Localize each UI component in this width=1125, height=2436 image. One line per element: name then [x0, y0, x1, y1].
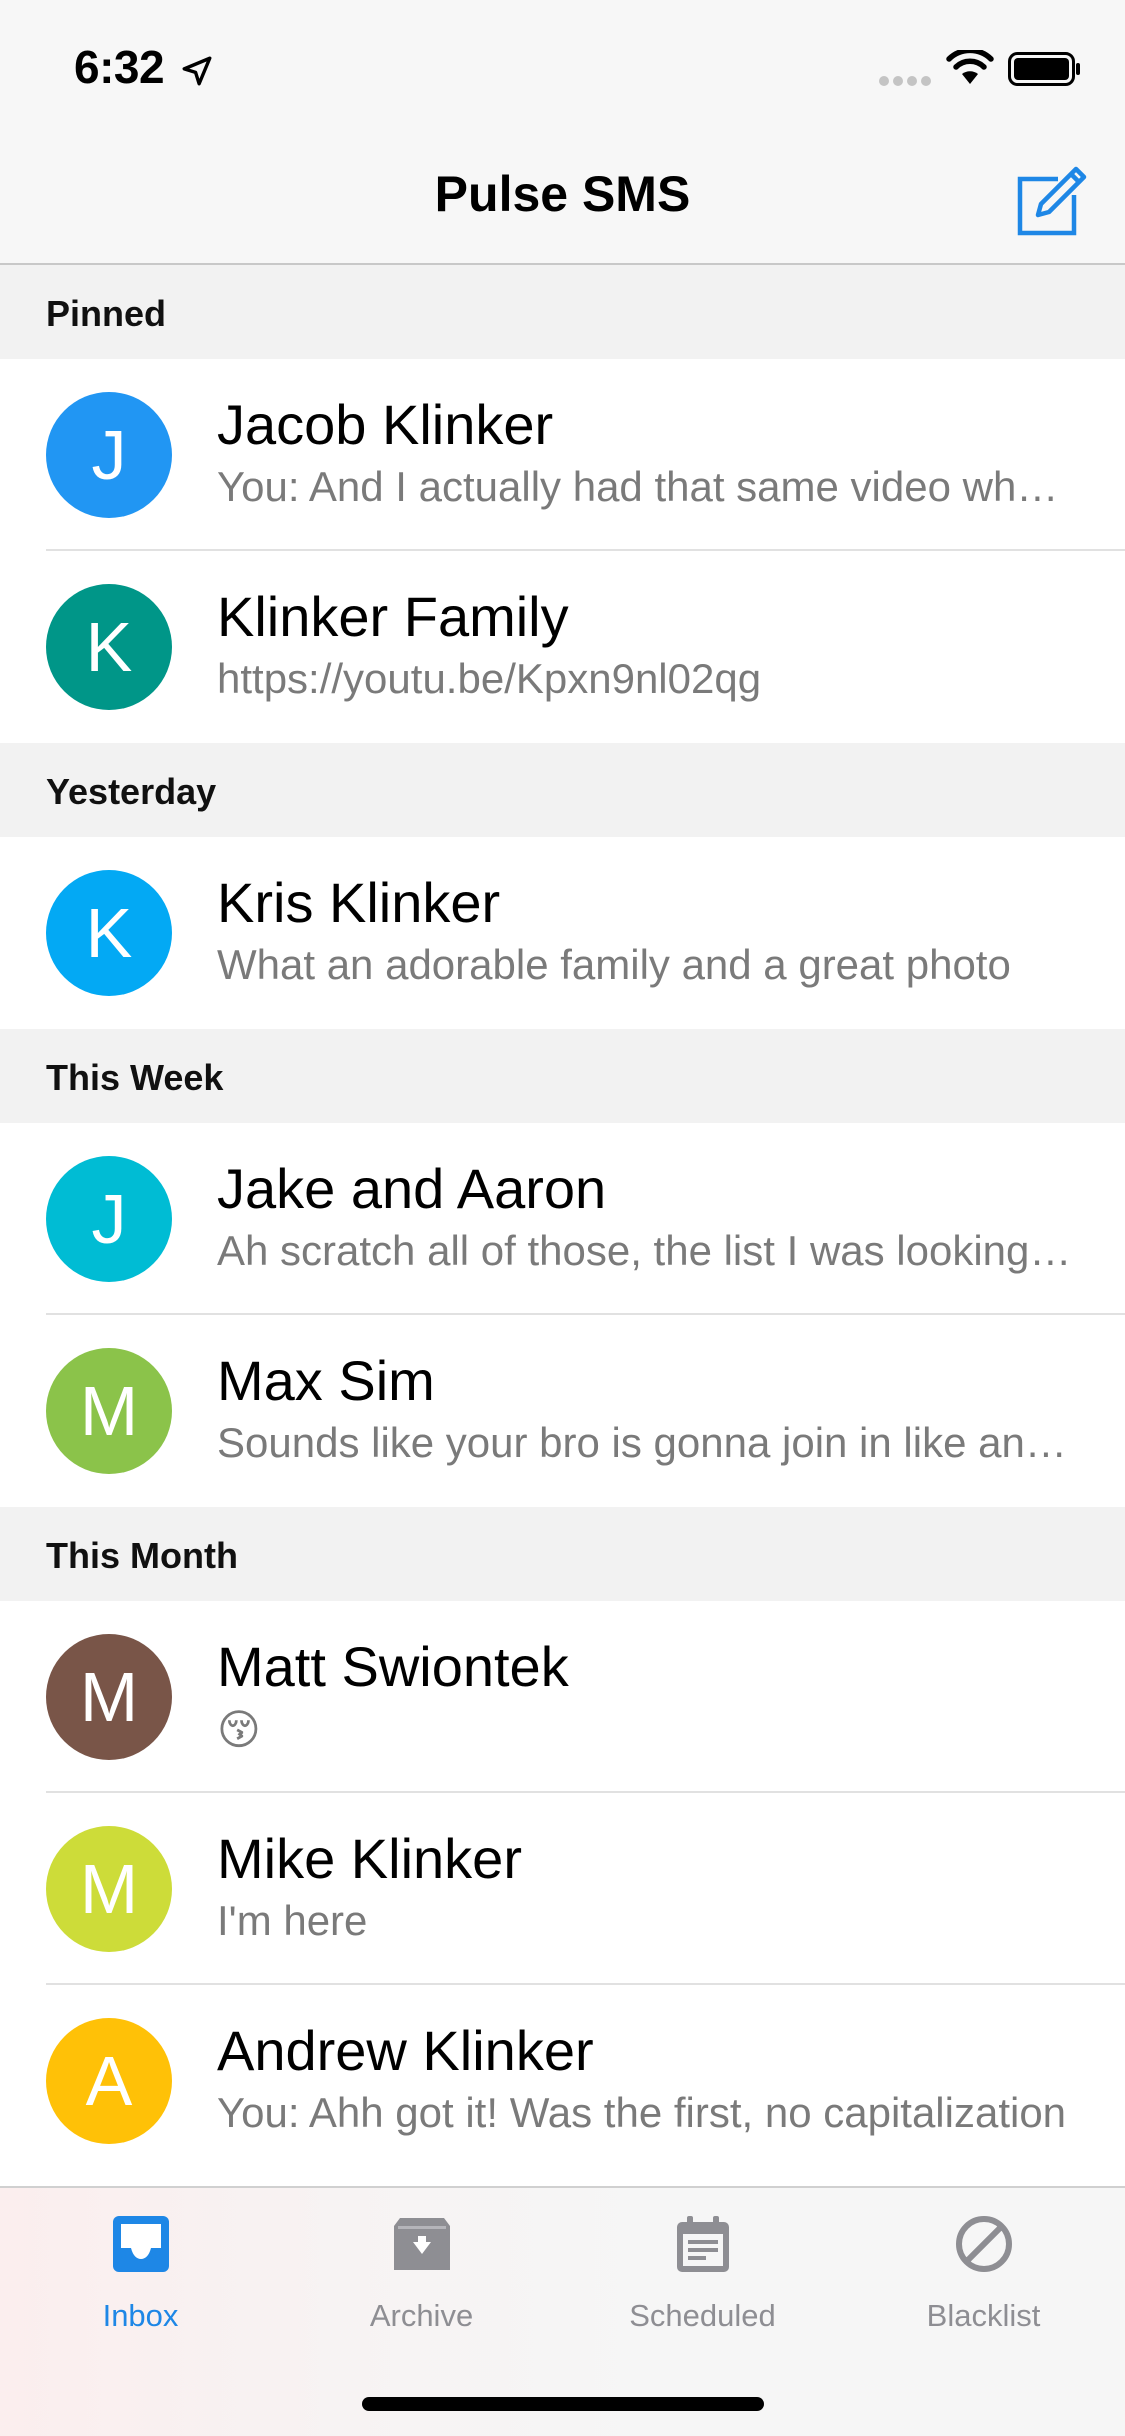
status-time: 6:32 — [74, 41, 165, 93]
avatar: J — [46, 392, 172, 518]
tab-label: Archive — [369, 2298, 474, 2333]
avatar-initial: M — [79, 1850, 139, 1928]
section-header-this-month: This Month — [0, 1507, 1125, 1601]
blacklist-icon — [956, 2216, 1012, 2272]
home-indicator[interactable] — [362, 2397, 764, 2411]
message-preview: 😚 — [217, 1706, 261, 1753]
contact-name: Max Sim — [217, 1349, 435, 1412]
tab-bar: Inbox Archive Scheduled Blacklist — [0, 2186, 1125, 2436]
section-header-this-week: This Week — [0, 1029, 1125, 1123]
contact-name: Mike Klinker — [217, 1827, 522, 1890]
contact-name: Klinker Family — [217, 585, 569, 648]
avatar-initial: K — [85, 608, 133, 686]
tab-blacklist[interactable]: Blacklist — [843, 2188, 1124, 2338]
conversation-row[interactable]: M Matt Swiontek 😚 — [0, 1601, 1125, 1793]
avatar-initial: M — [79, 1658, 139, 1736]
status-bar: 6:32 — [0, 0, 1125, 135]
message-preview: You: And I actually had that same video … — [217, 463, 1073, 510]
conversation-row[interactable]: M Mike Klinker I'm here — [0, 1793, 1125, 1985]
conversation-row[interactable]: J Jacob Klinker You: And I actually had … — [0, 359, 1125, 551]
avatar: A — [46, 2018, 172, 2144]
conversation-row[interactable]: K Klinker Family https://youtu.be/Kpxn9n… — [0, 551, 1125, 743]
scheduled-icon — [677, 2216, 729, 2272]
section-title: This Month — [46, 1535, 238, 1576]
tab-archive[interactable]: Archive — [281, 2188, 562, 2338]
section-header-pinned: Pinned — [0, 265, 1125, 359]
avatar-initial: M — [79, 1372, 139, 1450]
avatar: M — [46, 1634, 172, 1760]
conversation-row[interactable]: M Max Sim Sounds like your bro is gonna … — [0, 1315, 1125, 1507]
message-preview: What an adorable family and a great phot… — [217, 941, 1011, 988]
avatar-initial: A — [85, 2042, 133, 2120]
contact-name: Jacob Klinker — [217, 393, 554, 456]
contact-name: Jake and Aaron — [217, 1157, 607, 1220]
wifi-icon — [946, 50, 994, 84]
page-title: Pulse SMS — [434, 166, 691, 222]
tab-label: Scheduled — [629, 2298, 776, 2333]
conversation-row[interactable]: J Jake and Aaron Ah scratch all of those… — [0, 1123, 1125, 1315]
archive-icon — [394, 2218, 450, 2270]
message-preview: https://youtu.be/Kpxn9nl02qg — [217, 655, 762, 702]
message-preview: I'm here — [217, 1897, 368, 1944]
section-title: This Week — [46, 1057, 224, 1098]
avatar-initial: J — [91, 416, 127, 494]
section-header-yesterday: Yesterday — [0, 743, 1125, 837]
cellular-signal-icon — [879, 76, 931, 86]
avatar: M — [46, 1826, 172, 1952]
conversation-list: Pinned J Jacob Klinker You: And I actual… — [0, 265, 1125, 2177]
tab-label: Blacklist — [926, 2298, 1041, 2333]
avatar: J — [46, 1156, 172, 1282]
battery-icon — [1008, 52, 1080, 86]
contact-name: Matt Swiontek — [217, 1635, 569, 1698]
avatar: M — [46, 1348, 172, 1474]
contact-name: Kris Klinker — [217, 871, 501, 934]
avatar: K — [46, 870, 172, 996]
tab-scheduled[interactable]: Scheduled — [562, 2188, 843, 2338]
section-title: Yesterday — [46, 771, 217, 812]
message-preview: Ah scratch all of those, the list I was … — [217, 1227, 1073, 1274]
conversation-row[interactable]: K Kris Klinker What an adorable family a… — [0, 837, 1125, 1029]
section-title: Pinned — [46, 293, 167, 334]
message-preview: You: Ahh got it! Was the first, no capit… — [217, 2089, 1067, 2136]
tab-label: Inbox — [102, 2298, 179, 2333]
avatar-initial: J — [91, 1180, 127, 1258]
tab-inbox[interactable]: Inbox — [0, 2188, 281, 2338]
conversation-row[interactable]: A Andrew Klinker You: Ahh got it! Was th… — [0, 1985, 1125, 2177]
avatar-initial: K — [85, 894, 133, 972]
contact-name: Andrew Klinker — [217, 2019, 594, 2082]
avatar: K — [46, 584, 172, 710]
inbox-icon — [113, 2216, 169, 2272]
compose-icon[interactable] — [1014, 163, 1090, 239]
message-preview: Sounds like your bro is gonna join in li… — [217, 1419, 1073, 1466]
location-arrow-icon — [182, 56, 212, 86]
navigation-bar: Pulse SMS — [0, 135, 1125, 265]
